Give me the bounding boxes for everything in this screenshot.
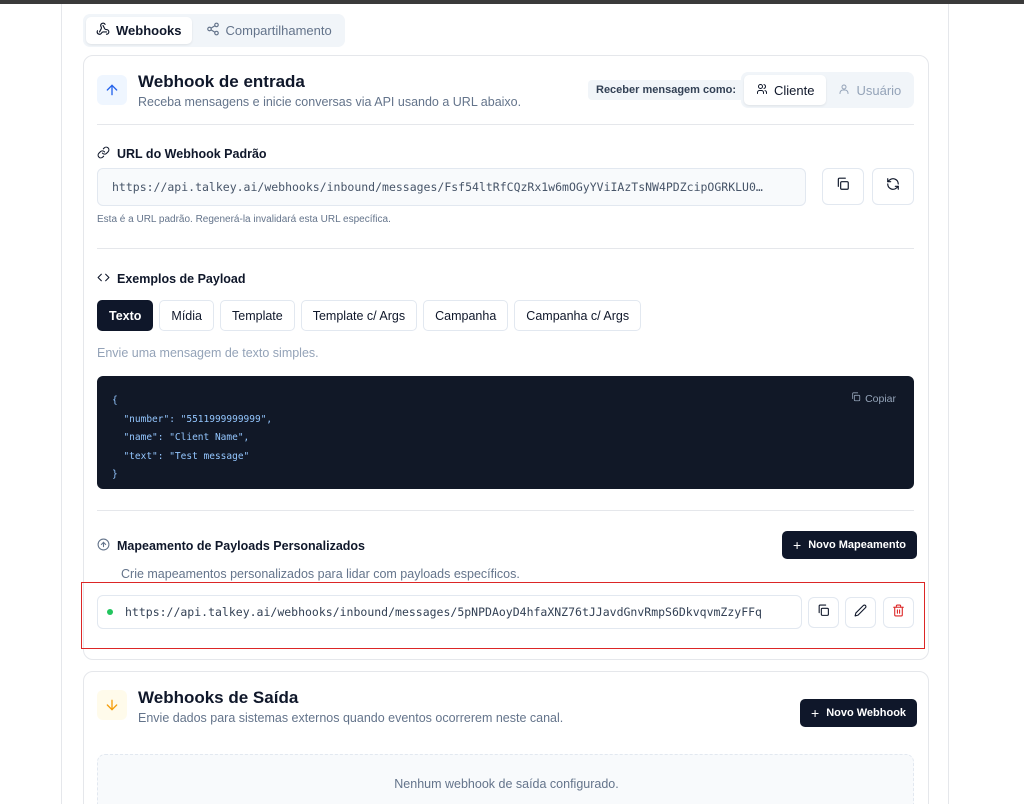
edit-mapping-button[interactable] (845, 597, 876, 628)
code-line: "name": "Client Name", (112, 432, 250, 443)
delete-mapping-button[interactable] (883, 597, 914, 628)
share-icon (206, 22, 220, 39)
content-border-left (61, 4, 62, 804)
payload-tab-midia[interactable]: Mídia (159, 300, 214, 331)
pencil-icon (854, 604, 867, 622)
copy-url-button[interactable] (822, 168, 864, 205)
receive-as-toggle: Cliente Usuário (741, 72, 914, 108)
content-border-right (948, 4, 949, 804)
circle-arrow-up-icon (97, 538, 110, 554)
copy-icon (836, 177, 850, 196)
payload-code-block: { "number": "5511999999999", "name": "Cl… (97, 376, 914, 489)
default-url-field[interactable]: https://api.talkey.ai/webhooks/inbound/m… (97, 168, 806, 206)
payload-tab-template-args[interactable]: Template c/ Args (300, 300, 418, 331)
copy-icon (817, 604, 830, 622)
tab-compartilhamento-label: Compartilhamento (225, 23, 332, 38)
webhook-icon (96, 22, 110, 39)
mapping-section-label-text: Mapeamento de Payloads Personalizados (117, 539, 365, 553)
url-section-label-text: URL do Webhook Padrão (117, 147, 267, 161)
payload-tab-campanha[interactable]: Campanha (423, 300, 509, 331)
top-tabs: Webhooks Compartilhamento (83, 14, 345, 47)
url-hint: Esta é a URL padrão. Regenerá-la invalid… (97, 214, 391, 225)
arrow-down-icon (97, 690, 127, 720)
code-line: "number": "5511999999999", (112, 413, 273, 425)
mapping-url: https://api.talkey.ai/webhooks/inbound/m… (125, 605, 762, 619)
status-dot (107, 609, 113, 615)
mapping-section-label: Mapeamento de Payloads Personalizados (97, 538, 365, 554)
code-line: } (112, 469, 118, 480)
regenerate-url-button[interactable] (872, 168, 914, 205)
empty-state-text: Nenhum webhook de saída configurado. (394, 777, 619, 791)
payload-tabs: Texto Mídia Template Template c/ Args Ca… (97, 300, 642, 331)
tab-webhooks-label: Webhooks (116, 23, 182, 38)
outgoing-title: Webhooks de Saída (138, 688, 299, 707)
plus-icon: + (793, 537, 802, 553)
copy-icon (851, 390, 861, 409)
code-icon (97, 271, 110, 287)
incoming-subtitle: Receba mensagens e inicie conversas via … (138, 95, 522, 109)
receive-as-label: Receber mensagem como: (588, 80, 744, 100)
payload-tab-template[interactable]: Template (220, 300, 295, 331)
payload-section-label-text: Exemplos de Payload (117, 272, 246, 286)
copy-code-label: Copiar (865, 393, 896, 405)
divider (97, 248, 914, 249)
link-icon (97, 146, 110, 162)
plus-icon: + (811, 705, 820, 721)
new-webhook-label: Novo Webhook (826, 707, 907, 719)
payload-description: Envie uma mensagem de texto simples. (97, 346, 319, 360)
receive-as-usuario[interactable]: Usuário (826, 75, 913, 105)
tab-compartilhamento[interactable]: Compartilhamento (196, 17, 342, 44)
refresh-icon (886, 177, 900, 196)
divider (97, 124, 914, 125)
empty-state: Nenhum webhook de saída configurado. (97, 754, 914, 804)
code-line: { (112, 395, 118, 406)
mapping-description: Crie mapeamentos personalizados para lid… (121, 567, 520, 581)
divider (97, 510, 914, 511)
arrow-up-icon (97, 75, 127, 105)
code-line: "text": "Test message" (112, 450, 250, 462)
default-url-value: https://api.talkey.ai/webhooks/inbound/m… (112, 180, 763, 194)
window-top-bar (0, 0, 1024, 4)
copy-code-button[interactable]: Copiar (851, 390, 896, 409)
users-icon (756, 83, 768, 98)
incoming-title: Webhook de entrada (138, 72, 305, 91)
tab-webhooks[interactable]: Webhooks (86, 17, 192, 44)
trash-icon (892, 604, 905, 622)
mapping-item[interactable]: https://api.talkey.ai/webhooks/inbound/m… (97, 595, 802, 629)
receive-as-cliente-label: Cliente (774, 82, 815, 98)
outgoing-subtitle: Envie dados para sistemas externos quand… (138, 711, 564, 725)
payload-section-label: Exemplos de Payload (97, 271, 246, 287)
new-webhook-button[interactable]: + Novo Webhook (800, 699, 918, 727)
new-mapping-button[interactable]: + Novo Mapeamento (782, 531, 917, 559)
user-icon (838, 83, 850, 98)
url-section-label: URL do Webhook Padrão (97, 146, 267, 162)
receive-as-cliente[interactable]: Cliente (744, 75, 827, 105)
new-mapping-label: Novo Mapeamento (808, 539, 906, 551)
copy-mapping-button[interactable] (808, 597, 839, 628)
receive-as-usuario-label: Usuário (856, 82, 902, 98)
payload-tab-texto[interactable]: Texto (97, 300, 154, 331)
payload-tab-campanha-args[interactable]: Campanha c/ Args (514, 300, 642, 331)
